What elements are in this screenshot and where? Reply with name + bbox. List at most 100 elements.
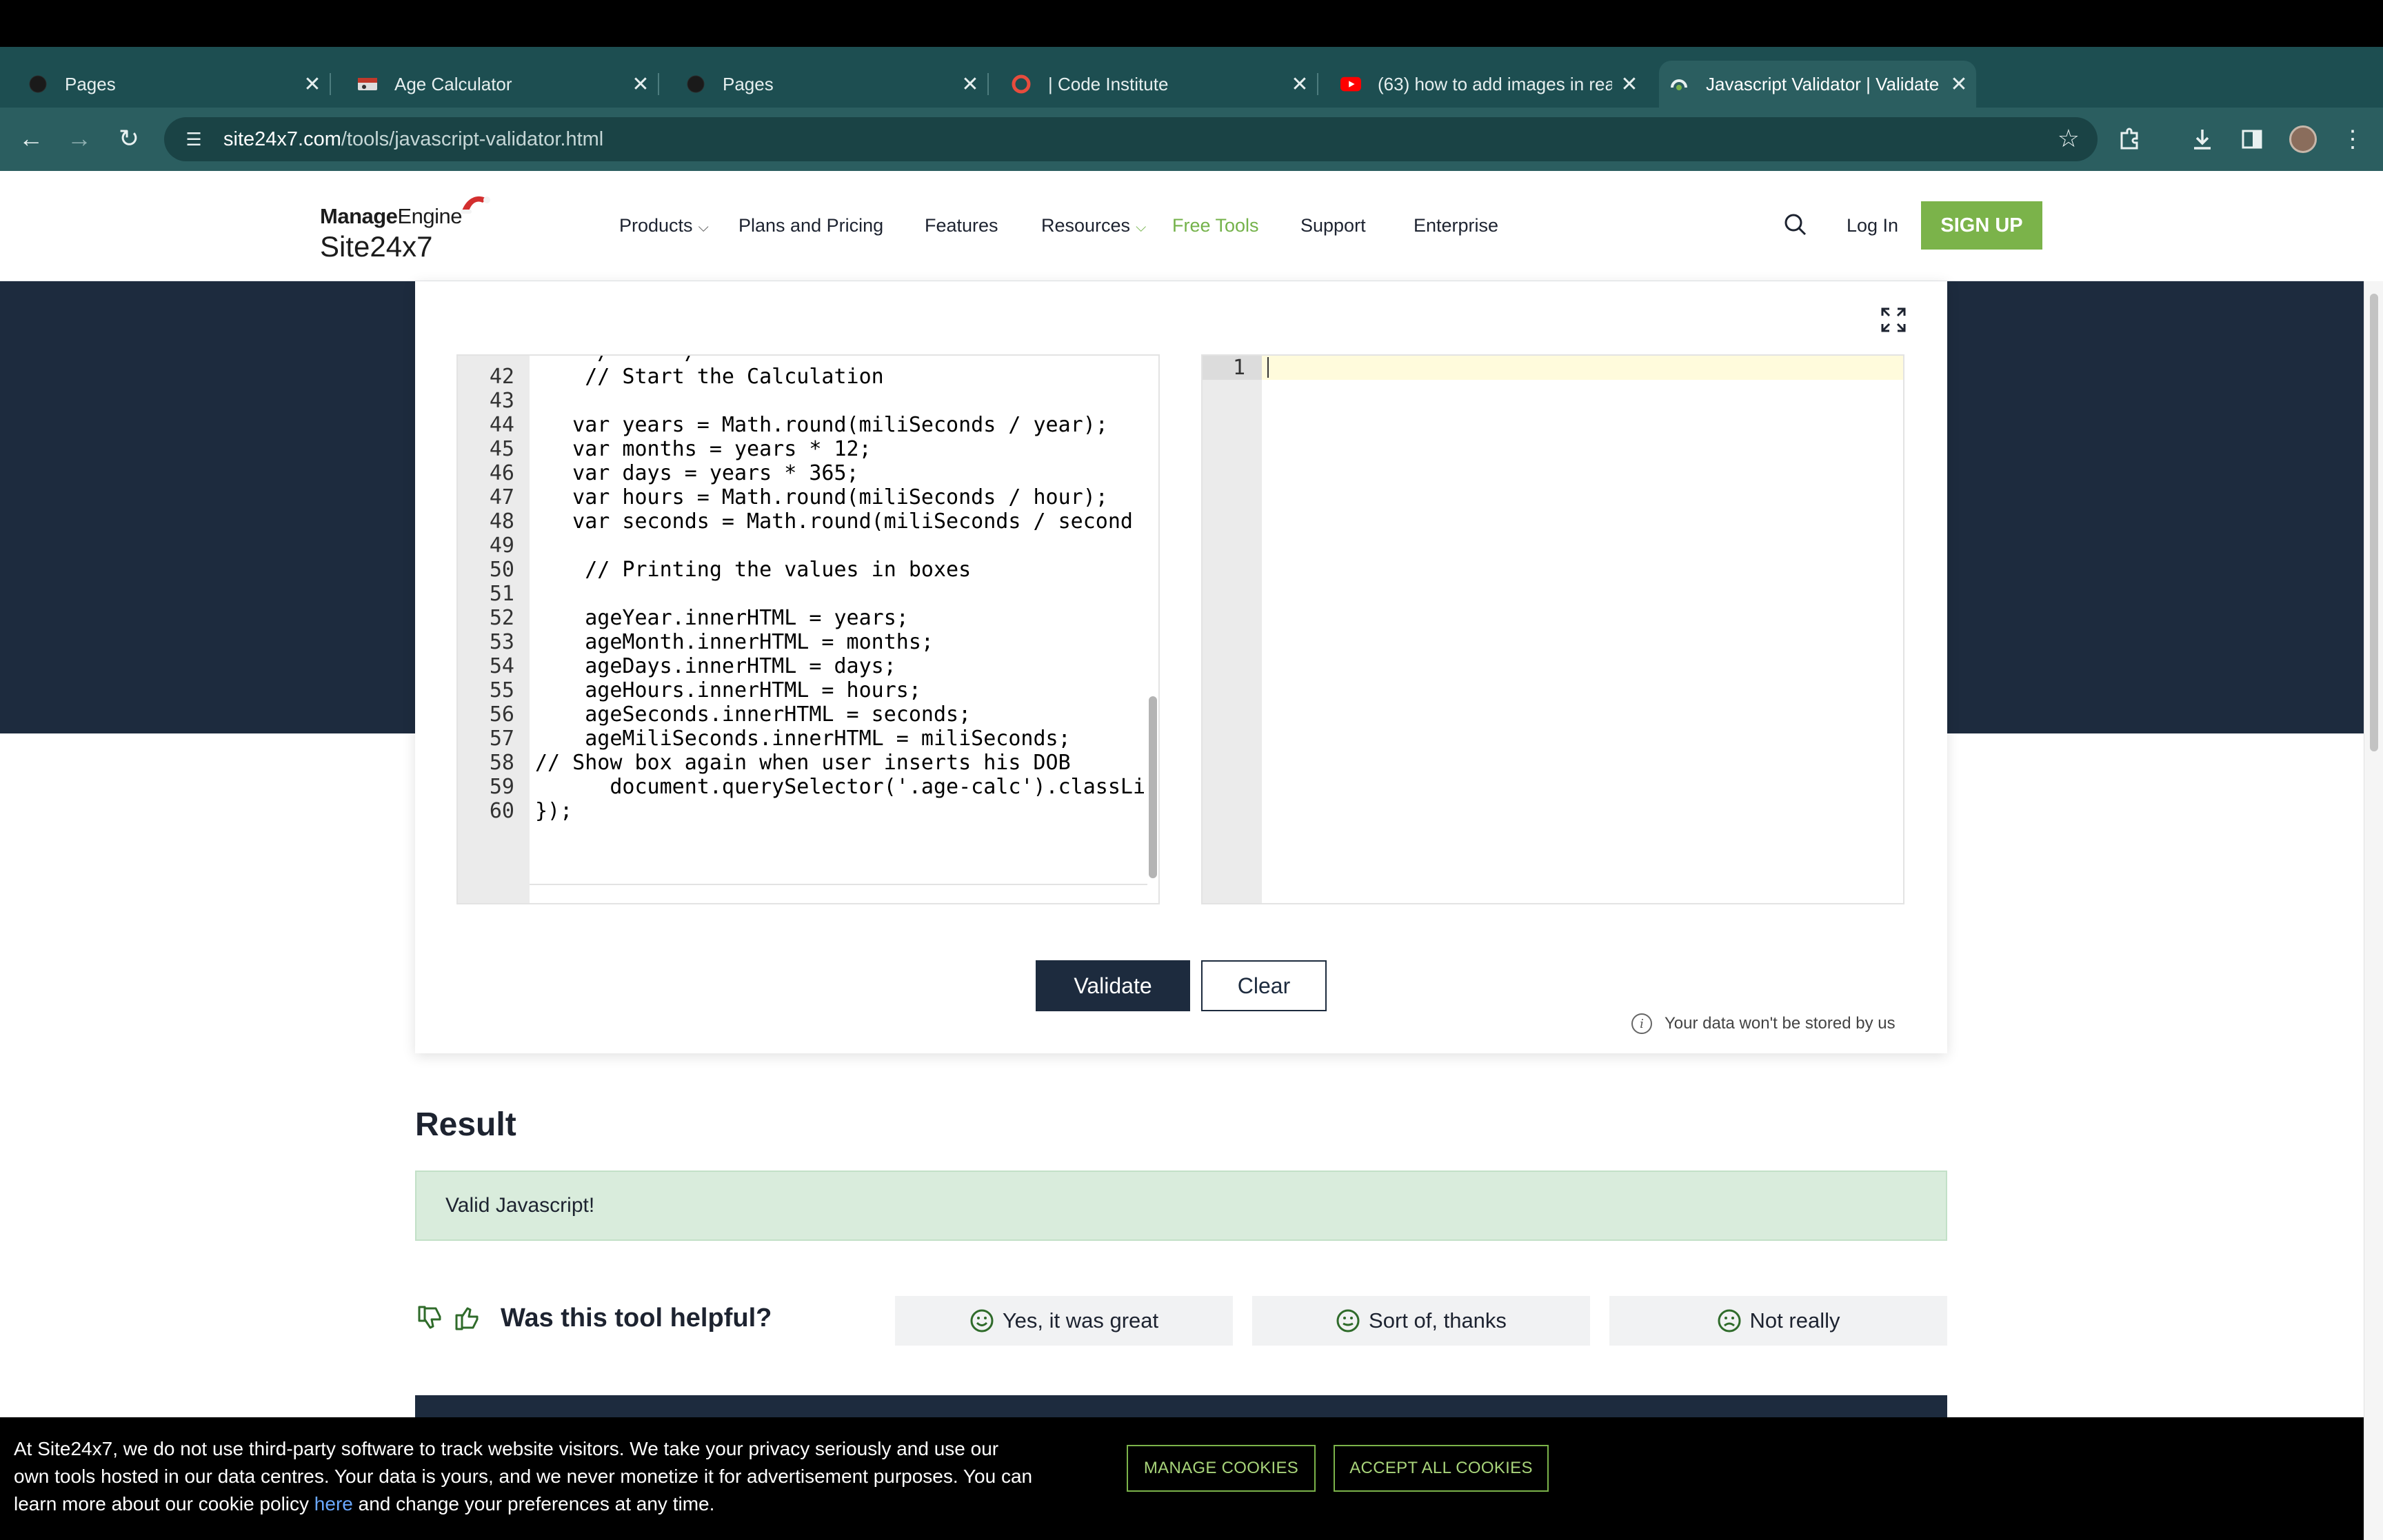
nav-plans-pricing[interactable]: Plans and Pricing <box>738 215 883 236</box>
bookmark-star-icon[interactable]: ☆ <box>2058 124 2080 153</box>
tab-javascript-validator[interactable]: Javascript Validator | Validate ✕ <box>1659 61 1976 108</box>
fullscreen-expand-icon[interactable] <box>1878 305 1909 335</box>
feedback-no-button[interactable]: Not really <box>1609 1296 1947 1346</box>
nav-support[interactable]: Support <box>1300 215 1366 236</box>
reload-icon: ↻ <box>118 124 140 152</box>
close-tab-icon[interactable]: ✕ <box>953 72 987 97</box>
tab-youtube[interactable]: (63) how to add images in rea ✕ <box>1317 61 1647 108</box>
signup-button[interactable]: SIGN UP <box>1921 201 2042 250</box>
window-top-bar <box>0 0 2383 47</box>
nav-free-tools[interactable]: Free Tools <box>1172 215 1259 236</box>
close-tab-icon[interactable]: ✕ <box>623 72 658 97</box>
browser-window: Pages ✕ Age Calculator ✕ Pages ✕ | Code … <box>0 0 2383 1540</box>
nav-products[interactable]: Products ⌵ <box>619 215 709 236</box>
line-number: 48 <box>489 509 514 534</box>
logo-manageengine[interactable]: ManageEngine <box>320 204 462 229</box>
tab-strip: Pages ✕ Age Calculator ✕ Pages ✕ | Code … <box>0 47 2383 142</box>
line-number: 57 <box>489 727 514 751</box>
editor-scrollbar[interactable] <box>1147 356 1158 886</box>
tab-pages-2[interactable]: Pages ✕ <box>658 61 989 108</box>
accept-cookies-button[interactable]: ACCEPT ALL COOKIES <box>1334 1445 1549 1492</box>
sad-face-icon <box>1718 1309 1741 1333</box>
url-path: /tools/javascript-validator.html <box>341 128 604 150</box>
code-line: var hours = Math.round(miliSeconds / hou… <box>535 485 1108 509</box>
result-message: Valid Javascript! <box>445 1194 595 1217</box>
site-settings-icon[interactable]: ☰ <box>177 129 211 150</box>
line-number: 45 <box>489 437 514 461</box>
js-input-editor[interactable]: 42 43 44 45 46 47 48 49 50 51 52 53 54 55 56 57 58 59 60 /… <box>456 354 1160 904</box>
thumbs-down-icon <box>418 1306 441 1329</box>
line-number: 43 <box>489 389 514 413</box>
line-number: 59 <box>489 775 514 799</box>
url-host: site24x7.com <box>223 128 341 150</box>
reload-button[interactable]: ↻ <box>112 121 146 156</box>
feedback-row: Was this tool helpful? <box>415 1303 772 1333</box>
github-icon <box>28 74 48 94</box>
login-link[interactable]: Log In <box>1847 215 1898 236</box>
validate-button[interactable]: Validate <box>1036 960 1190 1011</box>
clear-button[interactable]: Clear <box>1201 960 1327 1011</box>
privacy-note-text: Your data won't be stored by us <box>1665 1014 1896 1033</box>
close-tab-icon[interactable]: ✕ <box>1283 72 1317 97</box>
cookie-text-after: and change your preferences at any time. <box>352 1493 715 1514</box>
github-icon <box>685 74 706 94</box>
close-tab-icon[interactable]: ✕ <box>295 72 330 97</box>
nav-resources[interactable]: Resources ⌵ <box>1041 215 1146 236</box>
tab-title: Pages <box>723 73 774 94</box>
active-line <box>1262 356 1903 380</box>
tab-age-calculator[interactable]: Age Calculator ✕ <box>330 61 659 108</box>
code-line: // Printing the values in boxes <box>535 558 972 582</box>
logo-engine: Engine <box>397 204 462 228</box>
kebab-menu-icon[interactable]: ⋮ <box>2336 123 2369 156</box>
line-number: 58 <box>489 751 514 775</box>
result-heading: Result <box>415 1106 516 1143</box>
line-number: 53 <box>489 630 514 654</box>
editor-scrollbar-thumb[interactable] <box>1149 696 1157 878</box>
address-bar[interactable]: ☰ site24x7.com/tools/javascript-validato… <box>164 117 2098 161</box>
code-line: ageSeconds.innerHTML = seconds; <box>535 702 972 727</box>
tab-pages-1[interactable]: Pages ✕ <box>0 61 331 108</box>
side-panel-icon[interactable] <box>2235 123 2269 156</box>
line-number: 1 <box>1203 356 1262 380</box>
search-icon[interactable] <box>1782 211 1809 239</box>
cookie-policy-link[interactable]: here <box>314 1493 353 1514</box>
code-line: document.querySelector('.age-calc').clas… <box>535 775 1146 799</box>
page-scrollbar-thumb[interactable] <box>2370 294 2378 751</box>
line-number: 47 <box>489 485 514 509</box>
santa-hat-icon <box>461 196 490 214</box>
code-line: / / <box>535 356 1145 365</box>
feedback-question: Was this tool helpful? <box>501 1303 772 1333</box>
profile-avatar[interactable] <box>2286 123 2320 156</box>
close-tab-icon[interactable]: ✕ <box>1612 72 1647 97</box>
code-line: var seconds = Math.round(miliSeconds / s… <box>535 509 1133 534</box>
feedback-yes-button[interactable]: Yes, it was great <box>895 1296 1233 1346</box>
tab-code-institute[interactable]: | Code Institute ✕ <box>987 61 1318 108</box>
line-number-gutter: 1 <box>1203 356 1262 903</box>
text-cursor <box>1267 357 1269 378</box>
forward-button[interactable]: → <box>62 121 97 156</box>
line-number: 46 <box>489 461 514 485</box>
line-number: 44 <box>489 413 514 437</box>
nav-features[interactable]: Features <box>925 215 998 236</box>
close-tab-icon[interactable]: ✕ <box>1942 72 1976 97</box>
download-icon[interactable] <box>2186 123 2219 156</box>
chevron-down-icon: ⌵ <box>1136 220 1147 235</box>
extensions-icon[interactable] <box>2113 123 2146 156</box>
back-button[interactable]: ← <box>14 121 48 156</box>
page-icon <box>357 74 378 94</box>
feedback-option-label: Sort of, thanks <box>1369 1308 1507 1333</box>
feedback-sortof-button[interactable]: Sort of, thanks <box>1252 1296 1590 1346</box>
nav-enterprise[interactable]: Enterprise <box>1414 215 1498 236</box>
code-line: ageHours.innerHTML = hours; <box>535 678 921 702</box>
code-line: var months = years * 12; <box>535 437 872 461</box>
page-scrollbar[interactable] <box>2364 281 2383 1540</box>
manage-cookies-button[interactable]: MANAGE COOKIES <box>1127 1445 1316 1492</box>
line-number: 51 <box>489 582 514 606</box>
tab-title: Javascript Validator | Validate <box>1706 73 1940 94</box>
js-output-editor[interactable]: 1 <box>1201 354 1904 904</box>
code-line: }); <box>535 799 573 823</box>
logo-site24x7[interactable]: Site24x7 <box>320 230 432 263</box>
code-area[interactable]: / / // Start the Calculation var years =… <box>535 356 1146 823</box>
